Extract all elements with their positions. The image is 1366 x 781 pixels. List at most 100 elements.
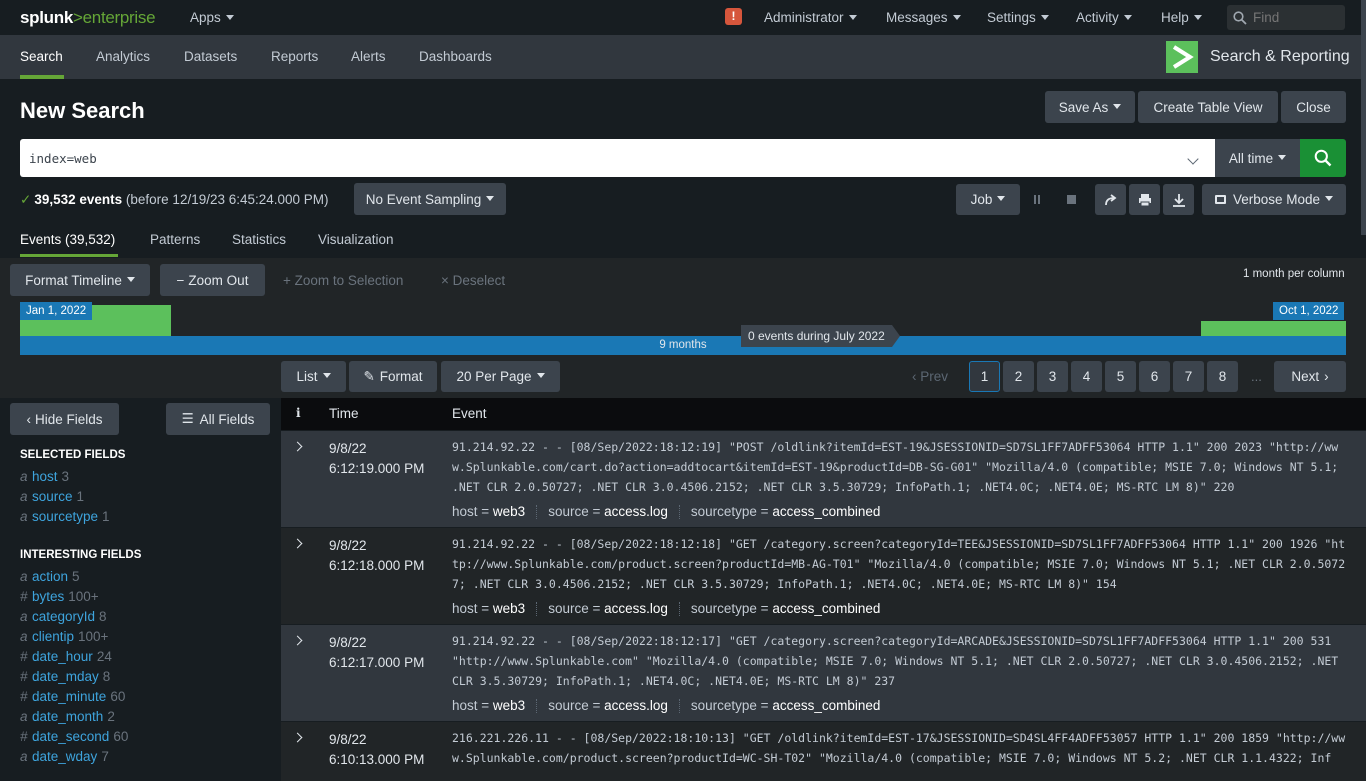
tab-statistics[interactable]: Statistics xyxy=(232,232,286,247)
field-value-host[interactable]: web3 xyxy=(493,698,525,713)
help-menu[interactable]: Help xyxy=(1161,10,1202,25)
field-type-icon: a xyxy=(20,489,28,504)
event-raw[interactable]: 216.221.226.11 - - [08/Sep/2022:18:10:13… xyxy=(452,728,1350,768)
nav-analytics[interactable]: Analytics xyxy=(96,49,150,64)
timeline-range-bar[interactable]: 9 months xyxy=(20,336,1346,355)
deselect-link[interactable]: × Deselect xyxy=(441,273,505,288)
mode-icon xyxy=(1214,195,1226,204)
stop-icon[interactable] xyxy=(1067,195,1076,204)
field-bytes[interactable]: # bytes 100+ xyxy=(20,589,99,604)
event-time[interactable]: 9/8/22 6:12:18.000 PM xyxy=(329,536,424,576)
chevron-right-icon[interactable] xyxy=(292,732,303,743)
prev-button[interactable]: ‹ Prev xyxy=(912,369,948,384)
field-value-sourcetype[interactable]: access_combined xyxy=(772,504,880,519)
nav-reports[interactable]: Reports xyxy=(271,49,318,64)
time-column-header[interactable]: Time xyxy=(329,406,359,421)
field-categoryId[interactable]: a categoryId 8 xyxy=(20,609,107,624)
close-button[interactable]: Close xyxy=(1281,91,1346,123)
field-date_mday[interactable]: # date_mday 8 xyxy=(20,669,110,684)
field-count: 5 xyxy=(72,569,80,584)
event-raw[interactable]: 91.214.92.22 - - [08/Sep/2022:18:12:19] … xyxy=(452,437,1350,497)
field-value-host[interactable]: web3 xyxy=(493,504,525,519)
event-raw[interactable]: 91.214.92.22 - - [08/Sep/2022:18:12:18] … xyxy=(452,534,1350,594)
field-date_month[interactable]: a date_month 2 xyxy=(20,709,115,724)
page-2-button[interactable]: 2 xyxy=(1003,361,1034,392)
field-action[interactable]: a action 5 xyxy=(20,569,80,584)
zoom-to-selection-link[interactable]: + Zoom to Selection xyxy=(283,273,403,288)
per-page-dropdown[interactable]: 20 Per Page xyxy=(441,361,560,392)
nav-datasets[interactable]: Datasets xyxy=(184,49,237,64)
field-value-sourcetype[interactable]: access_combined xyxy=(772,698,880,713)
nav-dashboards[interactable]: Dashboards xyxy=(419,49,492,64)
all-fields-button[interactable]: ☰ All Fields xyxy=(166,403,270,435)
administrator-menu[interactable]: Administrator xyxy=(764,10,857,25)
field-value-source[interactable]: access.log xyxy=(604,698,668,713)
field-host[interactable]: a host 3 xyxy=(20,469,69,484)
activity-menu[interactable]: Activity xyxy=(1076,10,1132,25)
page-3-button[interactable]: 3 xyxy=(1037,361,1068,392)
share-button[interactable] xyxy=(1095,184,1126,215)
event-sampling-dropdown[interactable]: No Event Sampling xyxy=(354,183,506,215)
page-7-button[interactable]: 7 xyxy=(1173,361,1204,392)
list-label: List xyxy=(296,369,318,384)
tab-events[interactable]: Events (39,532) xyxy=(20,232,115,247)
event-time[interactable]: 9/8/22 6:12:19.000 PM xyxy=(329,439,424,479)
page-4-button[interactable]: 4 xyxy=(1071,361,1102,392)
time-range-picker[interactable]: All time xyxy=(1215,139,1300,177)
job-menu[interactable]: Job xyxy=(956,184,1020,215)
field-date_minute[interactable]: # date_minute 60 xyxy=(20,689,125,704)
chevron-down-icon xyxy=(486,195,495,201)
tab-visualization[interactable]: Visualization xyxy=(318,232,394,247)
search-input[interactable]: index=web xyxy=(20,139,1215,177)
page-6-button[interactable]: 6 xyxy=(1139,361,1170,392)
event-raw[interactable]: 91.214.92.22 - - [08/Sep/2022:18:12:17] … xyxy=(452,631,1350,691)
create-table-view-button[interactable]: Create Table View xyxy=(1138,91,1278,123)
next-button[interactable]: Next › xyxy=(1274,361,1346,392)
chevron-right-icon[interactable] xyxy=(292,538,303,549)
save-as-button[interactable]: Save As xyxy=(1045,91,1135,123)
nav-alerts[interactable]: Alerts xyxy=(351,49,386,64)
zoom-out-button[interactable]: − Zoom Out xyxy=(160,264,265,296)
page-5-button[interactable]: 5 xyxy=(1105,361,1136,392)
search-button[interactable] xyxy=(1300,139,1346,177)
splunk-logo[interactable]: splunk>enterprise xyxy=(20,8,156,28)
page-8-button[interactable]: 8 xyxy=(1207,361,1238,392)
timeline-scale: 1 month per column xyxy=(1243,268,1345,280)
field-value-source[interactable]: access.log xyxy=(604,504,668,519)
event-time[interactable]: 9/8/22 6:10:13.000 PM xyxy=(329,730,424,770)
list-dropdown[interactable]: List xyxy=(281,361,346,392)
find-input[interactable] xyxy=(1253,10,1338,25)
hide-fields-button[interactable]: ‹ Hide Fields xyxy=(10,403,119,435)
event-status: ✓ 39,532 events (before 12/19/23 6:45:24.… xyxy=(20,192,329,208)
scrollbar[interactable] xyxy=(1361,0,1366,235)
format-button[interactable]: ✎ Format xyxy=(349,361,437,392)
event-time[interactable]: 9/8/22 6:12:17.000 PM xyxy=(329,633,424,673)
app-name[interactable]: Search & Reporting xyxy=(1210,48,1350,66)
field-date_hour[interactable]: # date_hour 24 xyxy=(20,649,112,664)
apps-menu[interactable]: Apps xyxy=(190,10,234,25)
alert-icon[interactable]: ! xyxy=(725,8,742,25)
pause-icon[interactable] xyxy=(1034,195,1036,204)
format-timeline-button[interactable]: Format Timeline xyxy=(10,264,150,296)
nav-search[interactable]: Search xyxy=(20,49,63,64)
chevron-right-icon[interactable] xyxy=(292,635,303,646)
chevron-right-icon[interactable] xyxy=(292,441,303,452)
page-1-button[interactable]: 1 xyxy=(969,361,1000,392)
field-source[interactable]: a source 1 xyxy=(20,489,84,504)
brand-gt: > xyxy=(73,8,83,27)
field-sourcetype[interactable]: a sourcetype 1 xyxy=(20,509,110,524)
field-value-source[interactable]: access.log xyxy=(604,601,668,616)
messages-menu[interactable]: Messages xyxy=(886,10,961,25)
field-value-sourcetype[interactable]: access_combined xyxy=(772,601,880,616)
tab-patterns[interactable]: Patterns xyxy=(150,232,200,247)
timeline-column-oct[interactable] xyxy=(1201,321,1346,336)
print-button[interactable] xyxy=(1129,184,1160,215)
field-date_wday[interactable]: a date_wday 7 xyxy=(20,749,109,764)
page-title: New Search xyxy=(20,98,145,123)
field-date_second[interactable]: # date_second 60 xyxy=(20,729,128,744)
search-mode-dropdown[interactable]: Verbose Mode xyxy=(1202,184,1346,215)
field-clientip[interactable]: a clientip 100+ xyxy=(20,629,108,644)
export-button[interactable] xyxy=(1163,184,1194,215)
settings-menu[interactable]: Settings xyxy=(987,10,1049,25)
field-value-host[interactable]: web3 xyxy=(493,601,525,616)
